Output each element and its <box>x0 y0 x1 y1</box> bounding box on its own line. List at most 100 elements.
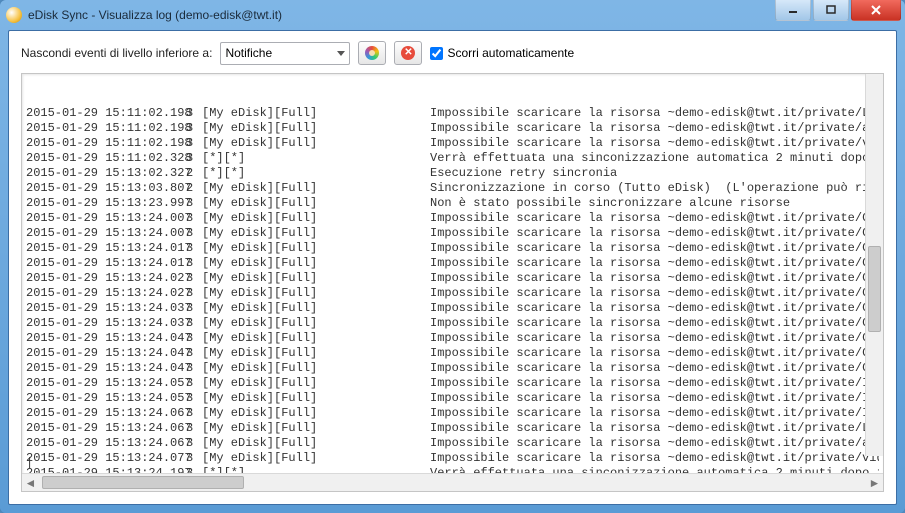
close-icon <box>870 5 882 15</box>
log-level: 3 <box>186 286 202 301</box>
log-row[interactable]: 2015-01-29 15:13:24.0373[My eDisk][Full]… <box>26 316 879 331</box>
hide-level-label: Nascondi eventi di livello inferiore a: <box>21 46 212 60</box>
log-row[interactable]: 2015-01-29 15:13:24.0573[My eDisk][Full]… <box>26 391 879 406</box>
log-row[interactable]: 2015-01-29 15:13:24.0173[My eDisk][Full]… <box>26 241 879 256</box>
log-row[interactable]: 2015-01-29 15:13:02.3272[*][*]Esecuzione… <box>26 166 879 181</box>
app-window: eDisk Sync - Visualizza log (demo-edisk@… <box>0 0 905 513</box>
log-row[interactable]: 2015-01-29 15:13:24.0073[My eDisk][Full]… <box>26 226 879 241</box>
vertical-scrollbar[interactable] <box>865 74 883 456</box>
vertical-scroll-thumb[interactable] <box>868 246 881 332</box>
log-timestamp: 2015-01-29 15:13:24.047 <box>26 361 186 376</box>
log-level: 2 <box>186 166 202 181</box>
maximize-button[interactable] <box>813 0 849 21</box>
log-timestamp: 2015-01-29 15:13:24.037 <box>26 316 186 331</box>
log-timestamp: 2015-01-29 15:13:24.067 <box>26 421 186 436</box>
log-row[interactable]: 2015-01-29 15:13:24.1973[*][*]Verrà effe… <box>26 466 879 473</box>
log-row[interactable]: 2015-01-29 15:13:23.9973[My eDisk][Full]… <box>26 196 879 211</box>
log-level: 3 <box>186 301 202 316</box>
log-row[interactable]: 2015-01-29 15:11:02.1983[My eDisk][Full]… <box>26 136 879 151</box>
window-controls <box>773 0 901 21</box>
log-level: 3 <box>186 226 202 241</box>
log-row[interactable]: 2015-01-29 15:13:24.0473[My eDisk][Full]… <box>26 361 879 376</box>
autoscroll-checkbox[interactable] <box>430 47 443 60</box>
log-level: 3 <box>186 241 202 256</box>
log-row[interactable]: 2015-01-29 15:11:02.3283[*][*]Verrà effe… <box>26 151 879 166</box>
log-timestamp: 2015-01-29 15:13:24.047 <box>26 331 186 346</box>
log-message: Impossibile scaricare la risorsa ~demo-e… <box>430 241 879 256</box>
log-level: 3 <box>186 271 202 286</box>
log-row[interactable]: 2015-01-29 15:13:24.0273[My eDisk][Full]… <box>26 286 879 301</box>
log-timestamp: 2015-01-29 15:13:24.067 <box>26 406 186 421</box>
log-timestamp: 2015-01-29 15:13:24.047 <box>26 346 186 361</box>
log-source: [*][*] <box>202 466 430 473</box>
log-level: 3 <box>186 466 202 473</box>
level-select[interactable]: Notifiche <box>220 42 350 65</box>
log-source: [My eDisk][Full] <box>202 406 430 421</box>
log-level: 3 <box>186 451 202 466</box>
log-row[interactable]: 2015-01-29 15:13:24.0473[My eDisk][Full]… <box>26 331 879 346</box>
palette-icon <box>365 46 379 60</box>
log-message: Impossibile scaricare la risorsa ~demo-e… <box>430 256 879 271</box>
log-message: Impossibile scaricare la risorsa ~demo-e… <box>430 421 879 436</box>
autoscroll-option: Scorri automaticamente <box>430 46 574 60</box>
log-message: Impossibile scaricare la risorsa ~demo-e… <box>430 211 879 226</box>
log-source: [My eDisk][Full] <box>202 241 430 256</box>
log-row[interactable]: 2015-01-29 15:13:24.0573[My eDisk][Full]… <box>26 376 879 391</box>
horizontal-scroll-thumb[interactable] <box>42 476 244 489</box>
scroll-left-arrow-icon[interactable]: ◄ <box>22 474 39 491</box>
log-row[interactable]: 2015-01-29 15:13:24.0773[My eDisk][Full]… <box>26 451 879 466</box>
log-message: Impossibile scaricare la risorsa ~demo-e… <box>430 436 879 451</box>
log-message: Impossibile scaricare la risorsa ~demo-e… <box>430 106 879 121</box>
log-message: Impossibile scaricare la risorsa ~demo-e… <box>430 286 879 301</box>
log-row[interactable]: 2015-01-29 15:13:24.0073[My eDisk][Full]… <box>26 211 879 226</box>
log-timestamp: 2015-01-29 15:11:02.198 <box>26 121 186 136</box>
horizontal-scrollbar[interactable]: ◄ ► <box>22 473 883 491</box>
log-level: 3 <box>186 121 202 136</box>
log-level: 3 <box>186 256 202 271</box>
log-row[interactable]: 2015-01-29 15:13:24.0173[My eDisk][Full]… <box>26 256 879 271</box>
log-row[interactable]: 2015-01-29 15:13:24.0373[My eDisk][Full]… <box>26 301 879 316</box>
log-message: Non è stato possibile sincronizzare alcu… <box>430 196 790 211</box>
log-row[interactable]: 2015-01-29 15:13:24.0473[My eDisk][Full]… <box>26 346 879 361</box>
log-textarea[interactable]: 2015-01-29 15:11:02.1983[My eDisk][Full]… <box>22 74 883 473</box>
log-message: Impossibile scaricare la risorsa ~demo-e… <box>430 346 879 361</box>
log-message: Verrà effettuata una sinconizzazione aut… <box>430 151 879 166</box>
color-palette-button[interactable] <box>358 41 386 65</box>
log-row[interactable]: 2015-01-29 15:13:24.0673[My eDisk][Full]… <box>26 436 879 451</box>
log-source: [My eDisk][Full] <box>202 451 430 466</box>
log-source: [My eDisk][Full] <box>202 376 430 391</box>
log-timestamp: 2015-01-29 15:13:03.807 <box>26 181 186 196</box>
log-message: Impossibile scaricare la risorsa ~demo-e… <box>430 121 879 136</box>
log-timestamp: 2015-01-29 15:13:24.007 <box>26 226 186 241</box>
log-message: Esecuzione retry sincronia <box>430 166 617 181</box>
window-title: eDisk Sync - Visualizza log (demo-edisk@… <box>28 8 282 22</box>
log-timestamp: 2015-01-29 15:13:24.007 <box>26 211 186 226</box>
log-row[interactable]: 2015-01-29 15:13:24.0673[My eDisk][Full]… <box>26 406 879 421</box>
log-row[interactable]: 2015-01-29 15:11:02.1983[My eDisk][Full]… <box>26 121 879 136</box>
close-button[interactable] <box>851 0 901 21</box>
log-row[interactable]: 2015-01-29 15:13:03.8072[My eDisk][Full]… <box>26 181 879 196</box>
log-level: 3 <box>186 421 202 436</box>
log-message: Impossibile scaricare la risorsa ~demo-e… <box>430 301 879 316</box>
minimize-button[interactable] <box>775 0 811 21</box>
log-message: Impossibile scaricare la risorsa ~demo-e… <box>430 391 879 406</box>
log-timestamp: 2015-01-29 15:13:24.027 <box>26 271 186 286</box>
log-timestamp: 2015-01-29 15:11:02.198 <box>26 106 186 121</box>
scroll-right-arrow-icon[interactable]: ► <box>866 474 883 491</box>
log-level: 3 <box>186 346 202 361</box>
log-row[interactable]: 2015-01-29 15:11:02.1983[My eDisk][Full]… <box>26 106 879 121</box>
log-level: 3 <box>186 436 202 451</box>
log-level: 3 <box>186 211 202 226</box>
log-message: Impossibile scaricare la risorsa ~demo-e… <box>430 271 879 286</box>
log-source: [My eDisk][Full] <box>202 391 430 406</box>
log-row[interactable]: 2015-01-29 15:13:24.0273[My eDisk][Full]… <box>26 271 879 286</box>
title-bar[interactable]: eDisk Sync - Visualizza log (demo-edisk@… <box>0 0 905 30</box>
log-level: 2 <box>186 181 202 196</box>
clear-log-button[interactable]: ✕ <box>394 41 422 65</box>
log-source: [*][*] <box>202 151 430 166</box>
log-level: 3 <box>186 376 202 391</box>
log-timestamp: 2015-01-29 15:13:24.077 <box>26 451 186 466</box>
log-level: 3 <box>186 331 202 346</box>
minimize-icon <box>788 5 798 15</box>
log-row[interactable]: 2015-01-29 15:13:24.0673[My eDisk][Full]… <box>26 421 879 436</box>
